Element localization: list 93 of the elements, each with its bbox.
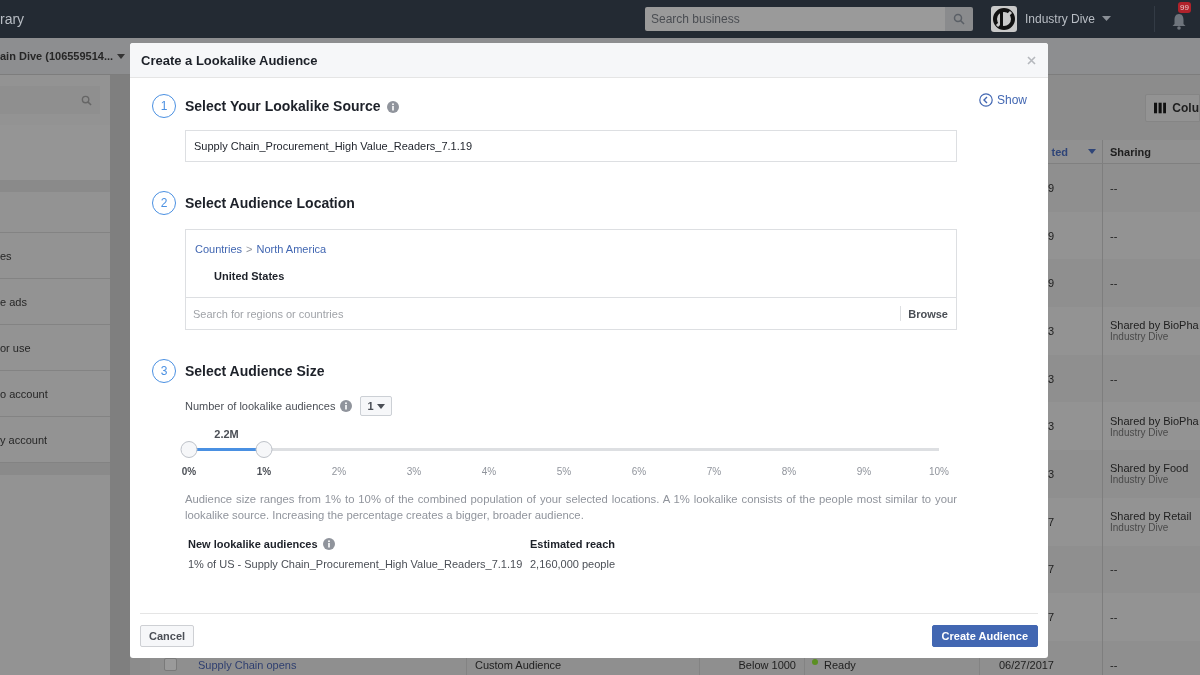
- table-cell-text: --: [1110, 372, 1119, 385]
- table-cell-text: --: [1110, 181, 1119, 194]
- notification-badge: 99: [1178, 2, 1191, 13]
- browse-button[interactable]: Browse: [901, 307, 956, 320]
- column-header: New lookalike audiences: [188, 538, 318, 550]
- audience-name-link[interactable]: Supply Chain opens: [198, 658, 297, 671]
- table-cell: Shared by BioPha: [1110, 414, 1200, 427]
- bell-icon[interactable]: [1170, 12, 1188, 30]
- table-cell: 3: [1047, 372, 1054, 385]
- search-field[interactable]: [0, 86, 100, 114]
- search-icon: [952, 13, 965, 25]
- column-header[interactable]: Sharing: [1110, 145, 1200, 158]
- tick-label: 0%: [181, 466, 197, 477]
- slider-handle[interactable]: [255, 441, 273, 458]
- sidebar-item[interactable]: y account: [0, 433, 48, 446]
- info-icon[interactable]: [386, 101, 399, 113]
- chevron-left-icon: [978, 92, 993, 107]
- slider-value: 2.2M: [214, 428, 239, 440]
- source-field[interactable]: Supply Chain_Procurement_High Value_Readers_7.1.19: [185, 130, 957, 162]
- table-cell: Custom Audience: [475, 658, 562, 671]
- cancel-button[interactable]: Cancel: [140, 625, 195, 647]
- breadcrumb-link[interactable]: Countries: [195, 243, 243, 255]
- table-cell-text: --: [1110, 277, 1119, 290]
- sidebar-item[interactable]: es: [0, 249, 12, 262]
- info-icon[interactable]: [322, 538, 335, 550]
- tick-label: 8%: [781, 466, 797, 477]
- slider-handle[interactable]: [180, 441, 198, 458]
- tick-label: 2%: [331, 466, 347, 477]
- table-cell: 3: [1047, 467, 1054, 480]
- tick-label: 4%: [481, 466, 497, 477]
- table-cell: Below 1000: [738, 658, 796, 671]
- sidebar-item[interactable]: e ads: [0, 295, 27, 308]
- account-menu[interactable]: Industry Dive: [1024, 12, 1095, 26]
- section-title: Select Audience Location: [185, 195, 355, 211]
- close-icon[interactable]: [1027, 55, 1036, 65]
- tick-label: 9%: [856, 466, 872, 477]
- table-cell: 9: [1047, 277, 1054, 290]
- app-title: rary: [0, 11, 25, 27]
- info-icon[interactable]: [340, 400, 353, 412]
- section-title: Select Audience Size: [185, 363, 325, 379]
- section-title: Select Your Lookalike Source: [185, 98, 381, 114]
- table-cell: Shared by BioPha: [1110, 319, 1200, 332]
- tick-label: 3%: [406, 466, 422, 477]
- columns-icon: [1154, 101, 1167, 114]
- caret-icon: [1102, 16, 1111, 22]
- dialog-title: Create a Lookalike Audience: [141, 52, 318, 68]
- search-button[interactable]: [944, 7, 973, 31]
- selected-location: United States: [214, 270, 286, 282]
- field-label: Number of lookalike audiences: [185, 400, 336, 412]
- table-cell: 2,160,000 people: [530, 558, 616, 570]
- table-cell-text: --: [1110, 658, 1119, 671]
- sidebar-item[interactable]: or use: [0, 341, 31, 354]
- table-cell: 7: [1047, 515, 1054, 528]
- tick-label: 5%: [556, 466, 572, 477]
- caret-icon: [117, 53, 126, 59]
- table-cell: 3: [1047, 420, 1054, 433]
- tick-label: 7%: [706, 466, 722, 477]
- tick-label: 6%: [631, 466, 647, 477]
- breadcrumb-link[interactable]: North America: [256, 243, 327, 255]
- table-cell-text: Shared by Retail: [1110, 510, 1193, 523]
- table-cell: 9: [1047, 229, 1054, 242]
- table-cell: 7: [1047, 563, 1054, 576]
- breadcrumb-separator: >: [246, 243, 253, 255]
- table-cell-text: Industry Dive: [1110, 426, 1170, 438]
- columns-button[interactable]: Colu: [1145, 93, 1200, 122]
- column-header: Estimated reach: [530, 538, 615, 550]
- table-cell-text: Industry Dive: [1110, 522, 1170, 534]
- description-text: Audience size ranges from 1% to 10% of the combined population of your selected locations. A 1% lookalike consists of the people most similar to your lookalike source. Increasing the percentage creates a bigger, broader audience.: [185, 492, 957, 523]
- tick-label: 1%: [256, 466, 272, 477]
- table-cell: 1% of US - Supply Chain_Procurement_High Value_Readers_7.1.19: [188, 558, 523, 570]
- sort-caret-icon: [1088, 149, 1096, 154]
- account-selector[interactable]: ain Dive (106559514...: [0, 50, 114, 62]
- count-dropdown[interactable]: 1: [360, 396, 392, 416]
- table-cell-text: --: [1110, 229, 1119, 242]
- row-checkbox[interactable]: [163, 658, 177, 672]
- column-header[interactable]: ted: [1051, 145, 1068, 158]
- table-cell: 9: [1047, 181, 1054, 194]
- logo-icon: [990, 6, 1017, 32]
- search-icon: [81, 94, 92, 106]
- create-button[interactable]: Create Audience: [931, 625, 1038, 647]
- table-cell-text: --: [1110, 611, 1119, 624]
- sidebar-item[interactable]: o account: [0, 387, 48, 400]
- table-cell: Ready: [824, 658, 856, 671]
- table-cell-text: --: [1110, 563, 1119, 576]
- table-cell: 06/27/2017: [998, 658, 1054, 671]
- table-cell-text: Industry Dive: [1110, 474, 1170, 486]
- table-cell: 3: [1047, 324, 1054, 337]
- tick-label: 10%: [929, 466, 949, 477]
- search-field[interactable]: Search business: [644, 7, 945, 31]
- show-link[interactable]: Show: [978, 92, 1027, 107]
- table-cell-text: Shared by Food: [1110, 462, 1190, 475]
- table-cell-text: Industry Dive: [1110, 331, 1170, 343]
- table-cell: 7: [1047, 611, 1054, 624]
